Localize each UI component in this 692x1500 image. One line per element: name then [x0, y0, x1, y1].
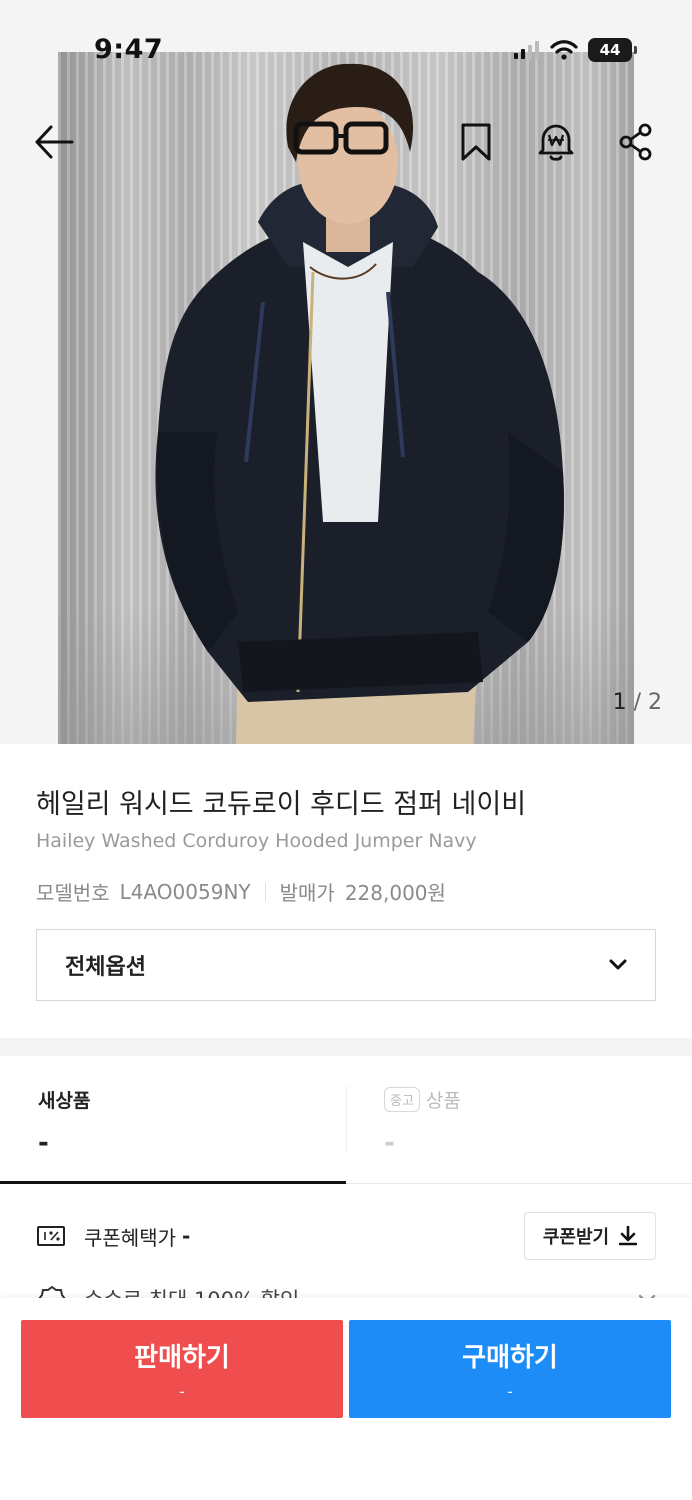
coupon-icon — [37, 1226, 65, 1246]
battery-icon: 44 — [588, 38, 637, 62]
tab-separator — [346, 1086, 347, 1152]
coupon-price-label: 쿠폰혜택가 — [84, 1225, 176, 1250]
sell-button[interactable]: 판매하기 - — [21, 1320, 343, 1418]
tab-new-price: - — [38, 1128, 49, 1158]
get-coupon-button[interactable]: 쿠폰받기 — [524, 1212, 656, 1260]
coupon-row: 쿠폰혜택가 - 쿠폰받기 — [36, 1212, 656, 1260]
option-select-label: 전체옵션 — [65, 955, 146, 980]
won-bell-icon — [538, 124, 574, 161]
product-meta: 모델번호 L4AO0059NY 발매가 228,000원 — [36, 877, 446, 906]
gallery-separator: / — [633, 690, 641, 715]
battery-level: 44 — [599, 41, 621, 59]
tab-used-label: 중고 상품 — [384, 1086, 461, 1113]
share-icon — [619, 123, 652, 161]
status-time: 9:47 — [94, 34, 164, 65]
model-number-label: 모델번호 — [36, 881, 110, 905]
price-alert-button[interactable] — [534, 120, 578, 164]
gallery-current: 1 — [612, 690, 627, 715]
tab-used[interactable]: 중고 상품 - — [346, 1056, 692, 1184]
product-gallery[interactable]: 9:47 44 1 / 2 — [0, 0, 692, 744]
download-icon — [619, 1226, 638, 1246]
tab-used-price: - — [384, 1128, 395, 1158]
meta-divider — [264, 882, 266, 901]
buy-button-label: 구매하기 — [462, 1343, 558, 1373]
bottom-action-bar: 판매하기 - 구매하기 - — [0, 1298, 692, 1500]
section-divider — [0, 1038, 692, 1056]
release-price-value: 228,000원 — [344, 881, 446, 905]
sell-button-label: 판매하기 — [134, 1343, 230, 1373]
chevron-down-icon — [609, 959, 627, 970]
back-button[interactable] — [32, 120, 76, 164]
product-title: 헤일리 워시드 코듀로이 후디드 점퍼 네이비 — [36, 789, 527, 820]
tab-new[interactable]: 새상품 - — [0, 1056, 346, 1184]
condition-tabs: 새상품 - 중고 상품 - — [0, 1056, 692, 1184]
tab-new-label: 새상품 — [38, 1090, 91, 1112]
status-icons: 44 — [514, 38, 637, 62]
release-price-label: 발매가 — [279, 881, 335, 905]
buy-button[interactable]: 구매하기 - — [349, 1320, 671, 1418]
product-title-english: Hailey Washed Corduroy Hooded Jumper Nav… — [36, 830, 477, 852]
buy-button-price: - — [507, 1382, 513, 1401]
coupon-price-value: - — [182, 1224, 191, 1248]
bookmark-button[interactable] — [454, 120, 498, 164]
gallery-total: 2 — [648, 690, 662, 715]
gallery-counter: 1 / 2 — [613, 690, 662, 715]
model-number-value: L4AO0059NY — [119, 879, 251, 904]
bookmark-icon — [461, 123, 491, 161]
used-badge: 중고 — [384, 1087, 420, 1112]
wifi-icon — [550, 40, 578, 60]
arrow-left-icon — [35, 125, 74, 159]
tab-used-text: 상품 — [425, 1090, 461, 1112]
share-button[interactable] — [614, 120, 658, 164]
option-select[interactable]: 전체옵션 — [36, 929, 656, 1001]
sell-button-price: - — [179, 1382, 185, 1401]
get-coupon-label: 쿠폰받기 — [542, 1227, 610, 1248]
signal-icon — [514, 41, 539, 59]
